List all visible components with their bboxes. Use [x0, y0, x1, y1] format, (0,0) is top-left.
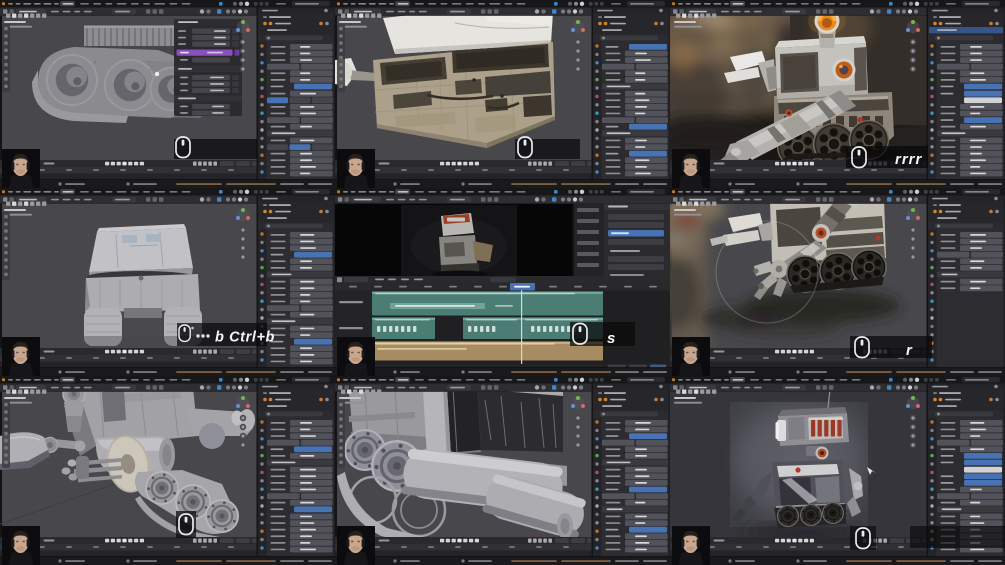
svg-text:r: r — [906, 342, 913, 359]
svg-text:b Ctrl+b: b Ctrl+b — [215, 330, 275, 346]
svg-text:rrrr: rrrr — [895, 151, 923, 168]
svg-text:s: s — [607, 330, 616, 347]
